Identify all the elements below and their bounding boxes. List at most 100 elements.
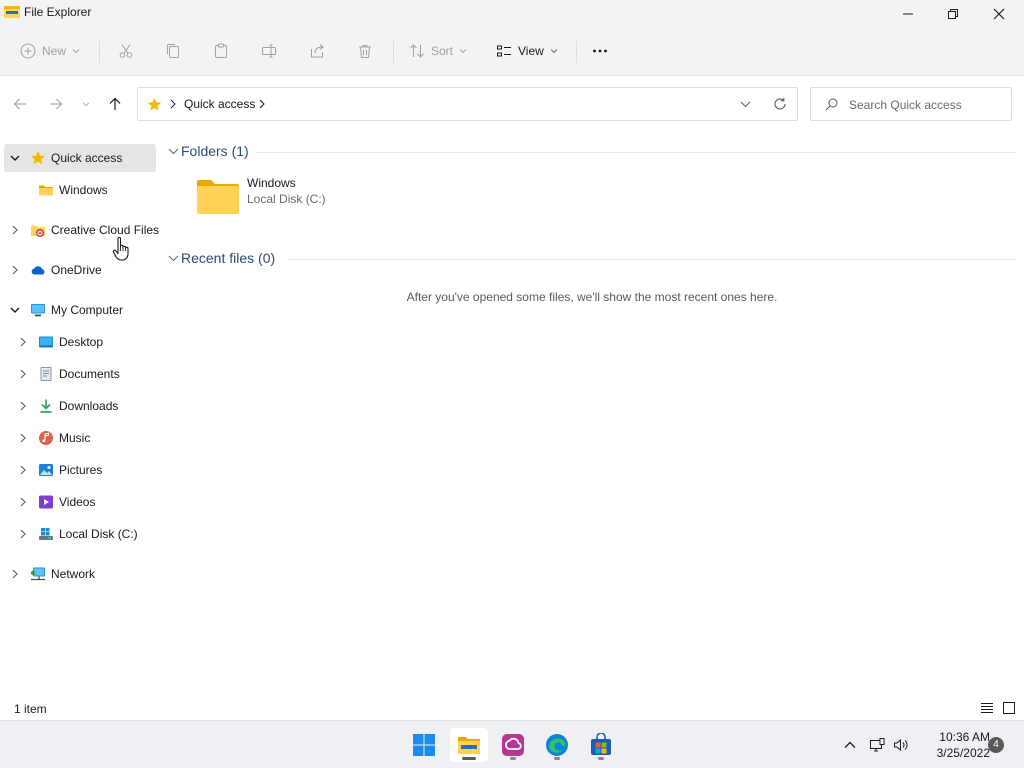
nav-item-creative-cloud-files[interactable]: Creative Cloud Files [4,216,159,244]
nav-item-label: Windows [59,183,108,197]
nav-item-local-disk[interactable]: Local Disk (C:) [4,520,156,548]
chevron-down-icon[interactable] [10,305,20,315]
chevron-right-icon[interactable] [10,569,20,579]
recent-files-header-label: Recent files (0) [181,250,276,266]
navigation-pane: Quick access Windows Creative Cloud File… [0,132,160,696]
chevron-right-icon[interactable] [169,99,177,109]
chevron-down-icon [82,102,90,107]
taskbar-store[interactable] [582,728,620,762]
view-button[interactable]: View [496,38,558,64]
clock-date: 3/25/2022 [936,746,990,760]
taskbar-clock[interactable]: 10:36 AM 3/25/2022 [918,729,990,761]
running-indicator [510,757,516,760]
taskbar-edge[interactable] [538,728,576,762]
delete-button[interactable] [357,38,373,64]
nav-item-label: Downloads [59,399,119,413]
chevron-right-icon[interactable] [10,265,20,275]
taskbar-creative-cloud[interactable] [494,728,532,762]
drive-icon [39,528,53,540]
taskbar-file-explorer[interactable] [450,728,488,762]
chevron-up-icon [844,741,856,748]
close-icon [993,8,1005,20]
nav-item-network[interactable]: Network [4,560,156,588]
new-button[interactable]: New [20,38,80,64]
paste-button[interactable] [213,38,229,64]
tiles-view-icon[interactable] [1002,701,1016,715]
close-button[interactable] [976,0,1022,28]
nav-item-pictures[interactable]: Pictures [4,456,156,484]
chevron-right-icon[interactable] [18,369,28,379]
nav-item-downloads[interactable]: Downloads [4,392,156,420]
back-button[interactable] [11,95,29,113]
nav-item-windows[interactable]: Windows [4,176,156,204]
chevron-right-icon[interactable] [18,497,28,507]
chevron-right-icon[interactable] [10,225,20,235]
copy-button[interactable] [165,38,181,64]
network-status-button[interactable] [869,721,885,768]
start-button[interactable] [405,728,443,762]
running-indicator [554,757,560,760]
computer-icon [31,304,45,317]
share-icon [311,44,324,58]
up-button[interactable] [106,95,124,113]
minimize-button[interactable] [885,0,931,28]
volume-button[interactable] [893,721,909,768]
chevron-down-icon[interactable] [10,153,20,163]
copy-icon [167,44,179,58]
show-hidden-icons-button[interactable] [842,721,858,768]
toolbar-divider [393,41,394,63]
notification-badge[interactable]: 4 [988,737,1004,753]
more-options-button[interactable] [592,38,608,64]
folder-location: Local Disk (C:) [247,192,326,206]
refresh-icon[interactable] [773,97,787,111]
toolbar-divider [576,41,577,63]
recent-locations-button[interactable] [77,95,95,113]
delete-icon [359,45,371,58]
restore-button[interactable] [930,0,976,28]
breadcrumb-quick-access[interactable]: Quick access [184,97,255,111]
recent-files-group-header[interactable]: Recent files (0) [168,248,275,268]
search-input[interactable] [849,96,1007,114]
address-row: Quick access [0,76,1024,132]
address-bar[interactable]: Quick access [137,87,798,121]
cut-button[interactable] [118,38,134,64]
view-icon [497,45,511,57]
chevron-down-icon[interactable] [740,100,751,109]
forward-button[interactable] [47,95,65,113]
rename-button[interactable] [261,38,277,64]
folders-header-label: Folders (1) [181,143,249,159]
content-pane: Folders (1) Windows Local Disk (C:) Rece… [160,132,1024,696]
nav-item-onedrive[interactable]: OneDrive [4,256,156,284]
chevron-right-icon[interactable] [258,99,266,109]
nav-item-desktop[interactable]: Desktop [4,328,156,356]
share-button[interactable] [309,38,325,64]
nav-item-music[interactable]: Music [4,424,156,452]
folder-item-windows[interactable]: Windows Local Disk (C:) [196,175,436,219]
chevron-right-icon[interactable] [18,401,28,411]
running-indicator [462,757,476,760]
chevron-down-icon [459,49,467,54]
nav-item-label: OneDrive [51,263,102,277]
star-icon [147,97,162,111]
folders-group-header[interactable]: Folders (1) [168,141,249,161]
sort-button[interactable]: Sort [409,38,467,64]
nav-item-documents[interactable]: Documents [4,360,156,388]
nav-item-videos[interactable]: Videos [4,488,156,516]
nav-item-label: Local Disk (C:) [59,527,138,541]
chevron-down-icon [550,49,558,54]
details-view-icon[interactable] [980,701,994,715]
nav-item-label: Desktop [59,335,104,349]
chevron-right-icon[interactable] [18,433,28,443]
pictures-icon [39,464,53,476]
search-box[interactable] [810,87,1012,121]
restore-icon [948,9,958,19]
nav-item-label: Pictures [59,463,103,477]
nav-item-my-computer[interactable]: My Computer [4,296,156,324]
chevron-right-icon[interactable] [18,337,28,347]
edge-icon [546,734,568,756]
chevron-right-icon[interactable] [18,529,28,539]
nav-item-label: My Computer [51,303,124,317]
chevron-right-icon[interactable] [18,465,28,475]
nav-item-quick-access[interactable]: Quick access [4,144,156,172]
onedrive-icon [31,266,45,275]
